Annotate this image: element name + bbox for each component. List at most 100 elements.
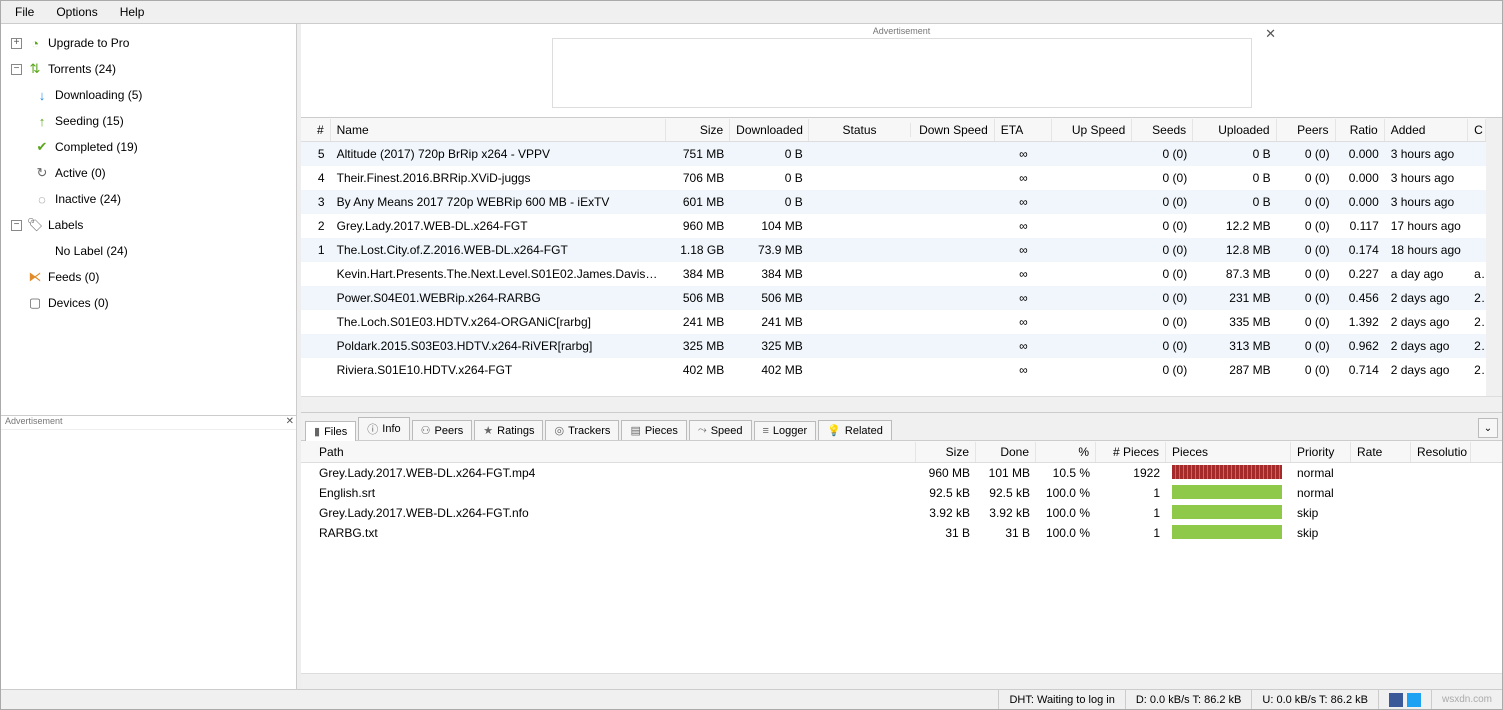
torrent-row[interactable]: Power.S04E01.WEBRip.x264-RARBG506 MB506 …	[301, 286, 1486, 310]
torrent-row[interactable]: Kevin.Hart.Presents.The.Next.Level.S01E0…	[301, 262, 1486, 286]
tab-info[interactable]: ⓘ Info	[358, 417, 409, 440]
sidebar-active[interactable]: ↻ Active (0)	[1, 160, 296, 186]
fcol-pieces[interactable]: Pieces	[1166, 442, 1291, 462]
fcol-npieces[interactable]: # Pieces	[1096, 442, 1166, 462]
file-row[interactable]: RARBG.txt31 B31 B100.0 %1skip	[301, 523, 1502, 543]
col-ratio[interactable]: Ratio	[1336, 119, 1385, 141]
col-added[interactable]: Added	[1385, 119, 1468, 141]
fcol-size[interactable]: Size	[916, 442, 976, 462]
fcol-done[interactable]: Done	[976, 442, 1036, 462]
torrent-row[interactable]: 2Grey.Lady.2017.WEB-DL.x264-FGT960 MB104…	[301, 214, 1486, 238]
torrent-row[interactable]: The.Loch.S01E03.HDTV.x264-ORGANiC[rarbg]…	[301, 310, 1486, 334]
expand-icon[interactable]: +	[11, 38, 22, 49]
twitter-icon[interactable]	[1407, 693, 1421, 707]
tab-label: Trackers	[568, 425, 610, 437]
menu-bar: File Options Help	[1, 1, 1502, 24]
sidebar-upgrade[interactable]: + ◔ Upgrade to Pro	[1, 30, 296, 56]
device-icon: ▢	[28, 296, 42, 310]
horizontal-scrollbar[interactable]	[301, 396, 1502, 412]
close-ad-icon[interactable]: ✕	[286, 416, 294, 427]
col-peers[interactable]: Peers	[1277, 119, 1336, 141]
tabs-overflow-button[interactable]: ⌄	[1478, 418, 1498, 438]
tab-peers[interactable]: ⚇Peers	[412, 420, 473, 440]
fcol-pct[interactable]: %	[1036, 442, 1096, 462]
sidebar-label: Completed (19)	[55, 140, 138, 154]
check-icon: ✔	[35, 140, 49, 154]
menu-options[interactable]: Options	[50, 3, 103, 21]
sidebar-label: Labels	[48, 218, 83, 232]
collapse-icon[interactable]: −	[11, 220, 22, 231]
col-name[interactable]: Name	[331, 119, 667, 141]
ad-left-label: Advertisement ✕	[1, 415, 296, 429]
tab-trackers[interactable]: ◎ Trackers	[545, 420, 619, 440]
col-size[interactable]: Size	[666, 119, 730, 141]
download-icon: ↓	[35, 88, 49, 102]
torrent-row[interactable]: 1The.Lost.City.of.Z.2016.WEB-DL.x264-FGT…	[301, 238, 1486, 262]
transfer-icon: ⇅	[28, 62, 42, 76]
torrent-list: # Name Size Downloaded Status Down Speed…	[301, 118, 1502, 413]
tab-label: Pieces	[645, 425, 678, 437]
col-downloaded[interactable]: Downloaded	[730, 119, 809, 141]
tab-related[interactable]: 💡Related	[818, 420, 892, 440]
fcol-rate[interactable]: Rate	[1351, 442, 1411, 462]
collapse-icon[interactable]: −	[11, 64, 22, 75]
col-seeds[interactable]: Seeds	[1132, 119, 1193, 141]
fcol-path[interactable]: Path	[301, 442, 916, 462]
watermark: wsxdn.com	[1431, 690, 1502, 709]
col-uploaded[interactable]: Uploaded	[1193, 119, 1276, 141]
sidebar-torrents[interactable]: − ⇅ Torrents (24)	[1, 56, 296, 82]
sidebar-inactive[interactable]: ◌ Inactive (24)	[1, 186, 296, 212]
sidebar-completed[interactable]: ✔ Completed (19)	[1, 134, 296, 160]
file-row[interactable]: Grey.Lady.2017.WEB-DL.x264-FGT.nfo3.92 k…	[301, 503, 1502, 523]
menu-help[interactable]: Help	[114, 3, 151, 21]
file-row[interactable]: Grey.Lady.2017.WEB-DL.x264-FGT.mp4960 MB…	[301, 463, 1502, 483]
sidebar-panel: + ◔ Upgrade to Pro − ⇅ Torrents (24) ↓ D…	[1, 24, 297, 689]
sidebar-devices[interactable]: ▢ Devices (0)	[1, 290, 296, 316]
sidebar-nolabel[interactable]: No Label (24)	[1, 238, 296, 264]
torrent-row[interactable]: 3By Any Means 2017 720p WEBRip 600 MB - …	[301, 190, 1486, 214]
sidebar-label: Seeding (15)	[55, 114, 124, 128]
col-eta[interactable]: ETA	[995, 119, 1052, 141]
fcol-priority[interactable]: Priority	[1291, 442, 1351, 462]
tab-speed[interactable]: ⤳Speed	[689, 420, 752, 440]
tab-logger[interactable]: ≡Logger	[754, 421, 817, 440]
col-status[interactable]: Status	[809, 123, 912, 137]
close-ad-icon[interactable]: ✕	[1265, 26, 1276, 42]
info-icon: ⓘ	[367, 421, 378, 437]
status-social	[1378, 690, 1431, 709]
facebook-icon[interactable]	[1389, 693, 1403, 707]
sidebar-downloading[interactable]: ↓ Downloading (5)	[1, 82, 296, 108]
tab-ratings[interactable]: ★Ratings	[474, 420, 543, 440]
status-dht: DHT: Waiting to log in	[998, 690, 1124, 709]
torrent-row[interactable]: 4Their.Finest.2016.BRRip.XViD-juggs706 M…	[301, 166, 1486, 190]
target-icon: ◎	[554, 424, 564, 437]
sidebar-seeding[interactable]: ↑ Seeding (15)	[1, 108, 296, 134]
sidebar-label: Upgrade to Pro	[48, 36, 129, 50]
ad-label-text: Advertisement	[873, 26, 931, 36]
sidebar-label: Active (0)	[55, 166, 106, 180]
tab-label: Related	[845, 425, 883, 437]
col-num[interactable]: #	[301, 119, 331, 141]
menu-file[interactable]: File	[9, 3, 40, 21]
horizontal-scrollbar[interactable]	[301, 673, 1502, 689]
col-c[interactable]: C	[1468, 119, 1486, 141]
tab-label: Files	[324, 426, 347, 438]
tab-pieces[interactable]: ▤ Pieces	[621, 420, 686, 440]
col-upspeed[interactable]: Up Speed	[1052, 119, 1132, 141]
refresh-icon: ↻	[35, 166, 49, 180]
tab-files[interactable]: ▮Files	[305, 421, 356, 441]
col-downspeed[interactable]: Down Speed	[911, 119, 994, 141]
pieces-icon: ▤	[630, 424, 640, 437]
torrent-row[interactable]: Poldark.2015.S03E03.HDTV.x264-RiVER[rarb…	[301, 334, 1486, 358]
sidebar-feeds[interactable]: ⧔ Feeds (0)	[1, 264, 296, 290]
vertical-scrollbar[interactable]	[1486, 118, 1502, 396]
list-icon: ≡	[763, 425, 769, 437]
tab-label: Info	[382, 423, 400, 435]
sidebar-labels[interactable]: − 🏷 Labels	[1, 212, 296, 238]
utorrent-icon: ◔	[28, 36, 42, 50]
file-row[interactable]: English.srt92.5 kB92.5 kB100.0 %1normal	[301, 483, 1502, 503]
fcol-resolution[interactable]: Resolutio	[1411, 442, 1471, 462]
torrent-row[interactable]: 5Altitude (2017) 720p BrRip x264 - VPPV7…	[301, 142, 1486, 166]
detail-tabs: ▮Files ⓘ Info ⚇Peers ★Ratings ◎ Trackers ▤…	[301, 413, 1502, 441]
torrent-row[interactable]: Riviera.S01E10.HDTV.x264-FGT402 MB402 MB…	[301, 358, 1486, 382]
